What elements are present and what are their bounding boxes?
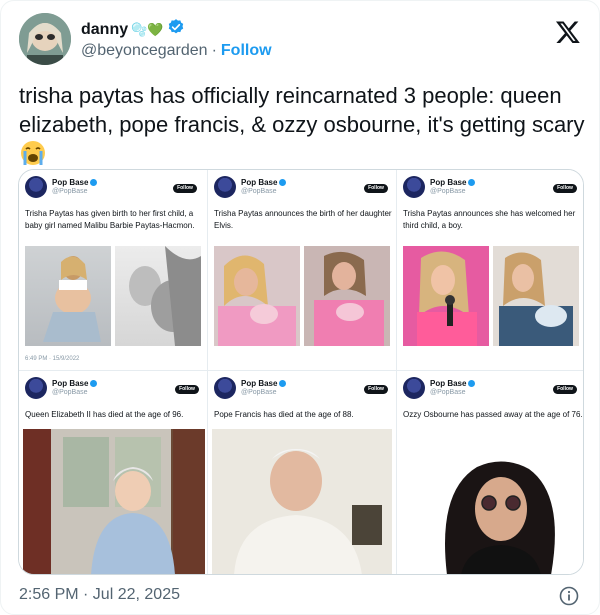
name-emojis: 🫧💚 (131, 22, 164, 37)
post-header: Pop Base @PopBase Follow (214, 176, 396, 206)
separator: · (211, 42, 217, 59)
post-account: Pop Base (241, 178, 287, 187)
newborn-bw-photo (115, 246, 201, 346)
post-account: Pop Base (52, 178, 98, 187)
queen-photo (23, 429, 205, 574)
post-follow-button: Follow (173, 184, 197, 193)
verified-badge-icon (468, 380, 476, 388)
tweet-footer: 2:56 PM · Jul 22, 2025 (19, 586, 583, 608)
baby-boy-photo (493, 246, 579, 346)
post-text: Trisha Paytas announces she has welcomed… (403, 209, 576, 230)
popbase-avatar (214, 377, 236, 399)
post-handle: @PopBase (241, 389, 277, 396)
post-card-trisha-third-child: Pop Base @PopBase Follow Trisha Paytas a… (397, 170, 583, 370)
post-handle: @PopBase (430, 389, 466, 396)
tweet-card: danny 🫧💚 @beyoncegarden · Follow trisha … (0, 0, 600, 615)
post-follow-button: Follow (364, 385, 388, 394)
user-handle[interactable]: @beyoncegarden (81, 42, 208, 60)
loudly-crying-emoji-icon (19, 139, 47, 167)
post-header: Pop Base @PopBase Follow (214, 377, 396, 407)
post-card-trisha-first-child: Pop Base @PopBase Follow Trisha Paytas h… (19, 170, 207, 370)
post-follow-button: Follow (364, 184, 388, 193)
post-card-pope-francis: Pop Base @PopBase Follow Pope Francis ha… (208, 371, 396, 574)
popbase-avatar (25, 377, 47, 399)
post-handle: @PopBase (52, 389, 88, 396)
x-logo-icon[interactable] (555, 19, 581, 45)
tweet-body: trisha paytas has officially reincarnate… (19, 83, 585, 137)
post-timestamp: 6:49 PM · 15/9/2022 (25, 356, 80, 362)
verified-badge-icon (279, 179, 287, 187)
post-account: Pop Base (52, 379, 98, 388)
post-follow-button: Follow (553, 385, 577, 394)
post-text: Ozzy Osbourne has passed away at the age… (403, 410, 583, 419)
name-row: danny 🫧💚 (81, 18, 185, 41)
verified-badge-icon (167, 18, 185, 41)
post-follow-button: Follow (175, 385, 199, 394)
verified-badge-icon (279, 380, 287, 388)
verified-badge-icon (90, 380, 98, 388)
tweet-header: danny 🫧💚 @beyoncegarden · Follow (19, 13, 583, 69)
media-collage[interactable]: Pop Base @PopBase Follow Trisha Paytas h… (18, 169, 584, 575)
info-icon[interactable] (559, 586, 579, 606)
pope-photo (212, 429, 392, 574)
post-card-ozzy-osbourne: Pop Base @PopBase Follow Ozzy Osbourne h… (397, 371, 583, 574)
post-account: Pop Base (241, 379, 287, 388)
post-handle: @PopBase (241, 188, 277, 195)
display-name[interactable]: danny (81, 21, 128, 39)
popbase-avatar (25, 176, 47, 198)
handle-row: @beyoncegarden · Follow (81, 42, 272, 60)
verified-badge-icon (90, 179, 98, 187)
post-header: Pop Base @PopBase Follow (403, 377, 583, 407)
avatar[interactable] (19, 13, 71, 65)
post-text: Trisha Paytas announces the birth of her… (214, 209, 392, 230)
post-card-queen-elizabeth: Pop Base @PopBase Follow Queen Elizabeth… (19, 371, 207, 574)
verified-badge-icon (468, 179, 476, 187)
popbase-avatar (403, 377, 425, 399)
post-card-trisha-elvis: Pop Base @PopBase Follow Trisha Paytas a… (208, 170, 396, 370)
hospital-photo-2 (304, 246, 390, 346)
post-text: Pope Francis has died at the age of 88. (214, 410, 354, 419)
post-follow-button: Follow (553, 184, 577, 193)
post-handle: @PopBase (52, 188, 88, 195)
post-header: Pop Base @PopBase Follow (25, 176, 207, 206)
post-header: Pop Base @PopBase Follow (25, 377, 207, 407)
post-account: Pop Base (430, 379, 476, 388)
ozzy-photo (417, 451, 581, 574)
popbase-avatar (214, 176, 236, 198)
pregnant-photo (25, 246, 111, 346)
follow-button[interactable]: Follow (221, 42, 272, 60)
post-text: Trisha Paytas has given birth to her fir… (25, 209, 195, 230)
popbase-avatar (403, 176, 425, 198)
tweet-text: trisha paytas has officially reincarnate… (19, 81, 585, 174)
post-header: Pop Base @PopBase Follow (403, 176, 583, 206)
post-handle: @PopBase (430, 188, 466, 195)
hospital-photo-1 (214, 246, 300, 346)
interview-photo (403, 246, 489, 346)
post-account: Pop Base (430, 178, 476, 187)
post-text: Queen Elizabeth II has died at the age o… (25, 410, 184, 419)
tweet-timestamp[interactable]: 2:56 PM · Jul 22, 2025 (19, 586, 180, 604)
